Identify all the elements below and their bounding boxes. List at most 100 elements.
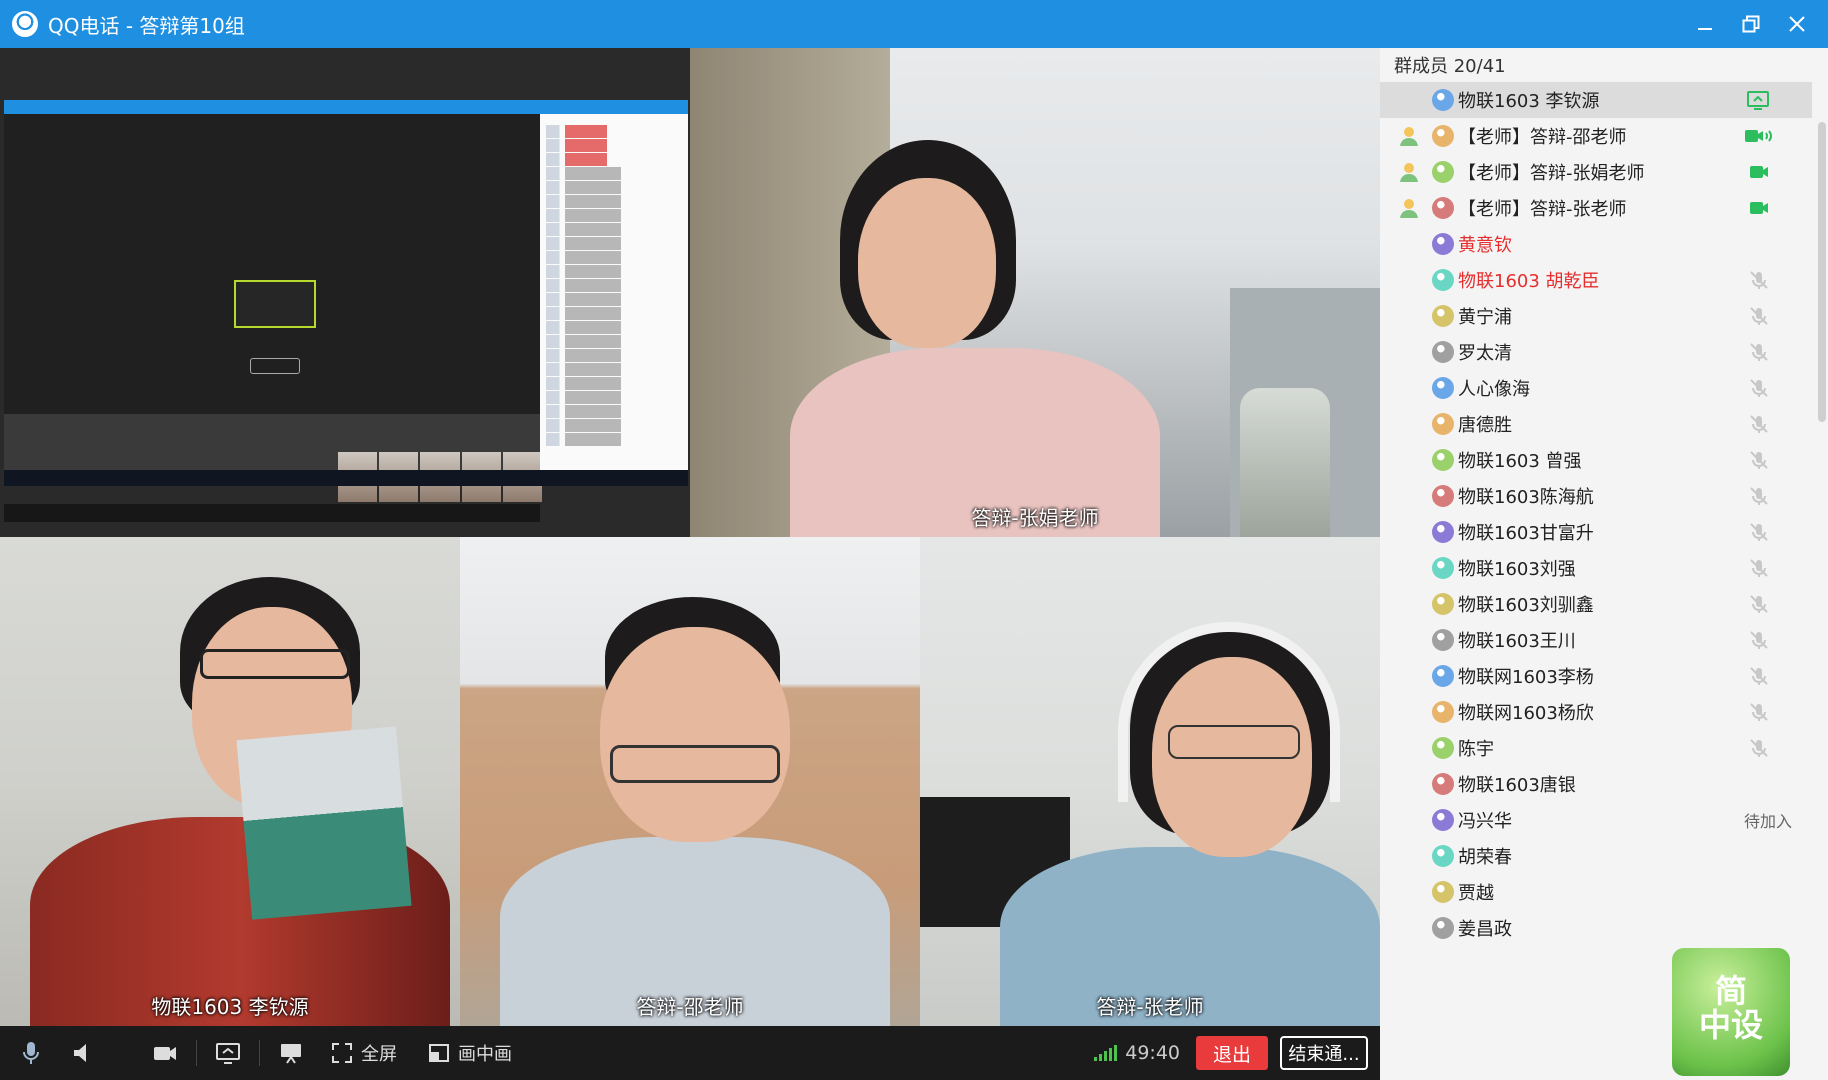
member-row[interactable]: 物联网1603杨欣 bbox=[1380, 694, 1828, 730]
member-scrollbar-thumb[interactable] bbox=[1818, 122, 1826, 422]
host-icon bbox=[1400, 163, 1418, 182]
member-row[interactable]: 【老师】答辩-张娟老师 bbox=[1380, 154, 1828, 190]
member-name: 【老师】答辩-邵老师 bbox=[1458, 127, 1627, 148]
screen-share-icon bbox=[216, 1043, 240, 1064]
muted-icon bbox=[1750, 703, 1768, 721]
member-row[interactable]: 物联1603 胡乾臣 bbox=[1380, 262, 1828, 298]
member-row[interactable]: 胡荣春 bbox=[1380, 838, 1828, 874]
member-name: 物联1603王川 bbox=[1458, 631, 1576, 652]
member-row[interactable]: 物联1603唐银 bbox=[1380, 766, 1828, 802]
member-name: 物联1603 曾强 bbox=[1458, 451, 1582, 472]
share-screen-button[interactable] bbox=[205, 1026, 251, 1080]
avatar bbox=[1432, 629, 1454, 651]
restore-button[interactable] bbox=[1728, 0, 1774, 48]
member-name: 物联1603陈海航 bbox=[1458, 487, 1594, 508]
avatar bbox=[1432, 701, 1454, 723]
qq-logo-icon bbox=[12, 11, 38, 37]
speaker-button[interactable] bbox=[62, 1026, 102, 1080]
presentation-icon bbox=[281, 1044, 301, 1064]
id-card bbox=[236, 726, 412, 920]
pip-label: 画中画 bbox=[458, 1044, 512, 1065]
member-name: 物联1603唐银 bbox=[1458, 775, 1576, 796]
member-row[interactable]: 黄意钦 bbox=[1380, 226, 1828, 262]
member-row[interactable]: 【老师】答辩-张老师 bbox=[1380, 190, 1828, 226]
member-name: 物联网1603李杨 bbox=[1458, 667, 1594, 688]
member-row[interactable]: 物联1603王川 bbox=[1380, 622, 1828, 658]
window-controls bbox=[1682, 0, 1820, 48]
member-row[interactable]: 物联1603刘强 bbox=[1380, 550, 1828, 586]
member-row[interactable]: 物联1603陈海航 bbox=[1380, 478, 1828, 514]
fullscreen-label: 全屏 bbox=[361, 1044, 397, 1065]
member-name: 胡荣春 bbox=[1458, 847, 1512, 868]
member-row[interactable]: 唐德胜 bbox=[1380, 406, 1828, 442]
avatar bbox=[1432, 485, 1454, 507]
shared-screen bbox=[4, 100, 688, 522]
video-caption: 答辩-张老师 bbox=[1096, 995, 1204, 1019]
member-name: 物联1603甘富升 bbox=[1458, 523, 1594, 544]
watermark-line1: 简 bbox=[1714, 972, 1747, 1010]
avatar bbox=[1432, 917, 1454, 939]
microphone-button[interactable] bbox=[0, 1026, 62, 1080]
signal-strength-icon bbox=[1094, 1045, 1118, 1061]
muted-icon bbox=[1750, 451, 1768, 469]
video-tile-zhang[interactable]: 答辩-张老师 bbox=[920, 537, 1380, 1026]
avatar bbox=[1432, 413, 1454, 435]
member-row[interactable]: 黄宁浦 bbox=[1380, 298, 1828, 334]
fullscreen-button[interactable]: 全屏 bbox=[314, 1026, 414, 1080]
member-row[interactable]: 贾越 bbox=[1380, 874, 1828, 910]
member-name: 姜昌政 bbox=[1458, 919, 1512, 940]
avatar bbox=[1432, 197, 1454, 219]
member-scrollbar[interactable] bbox=[1812, 82, 1828, 1080]
restore-icon bbox=[1742, 15, 1760, 33]
muted-icon bbox=[1750, 631, 1768, 649]
minimize-button[interactable] bbox=[1682, 0, 1728, 48]
member-row[interactable]: 冯兴华 待加入 bbox=[1380, 802, 1828, 838]
member-name: 物联1603刘驯鑫 bbox=[1458, 595, 1594, 616]
avatar bbox=[1432, 557, 1454, 579]
member-row[interactable]: 物联1603刘驯鑫 bbox=[1380, 586, 1828, 622]
avatar bbox=[1432, 305, 1454, 327]
member-name: 黄宁浦 bbox=[1458, 307, 1512, 328]
member-list[interactable]: 物联1603 李钦源【老师】答辩-邵老师【老师】答辩-张娟老师 【老师】答辩-张老… bbox=[1380, 82, 1828, 946]
member-name: 陈宇 bbox=[1458, 739, 1494, 760]
video-tile-shao[interactable]: 答辩-邵老师 bbox=[460, 537, 920, 1026]
picture-in-picture-button[interactable]: 画中画 bbox=[414, 1026, 526, 1080]
video-icon bbox=[1750, 202, 1768, 214]
muted-icon bbox=[1750, 343, 1768, 361]
member-row[interactable]: 物联1603 李钦源 bbox=[1380, 82, 1828, 118]
member-name: 贾越 bbox=[1458, 883, 1494, 904]
picture-in-picture-icon bbox=[429, 1044, 449, 1062]
video-tile-screen-share[interactable] bbox=[0, 48, 690, 537]
camera-button[interactable] bbox=[142, 1026, 188, 1080]
member-name: 冯兴华 bbox=[1458, 811, 1512, 832]
member-panel: 群成员 20/41 物联1603 李钦源 【老师】答辩-邵老师 【老师】答辩-张娟老… bbox=[1380, 48, 1828, 1080]
app-name: QQ电话 bbox=[48, 13, 120, 38]
member-row[interactable]: 物联网1603李杨 bbox=[1380, 658, 1828, 694]
member-row[interactable]: 人心像海 bbox=[1380, 370, 1828, 406]
video-tile-liqinyuan[interactable]: 物联1603 李钦源 bbox=[0, 537, 460, 1026]
muted-icon bbox=[1750, 595, 1768, 613]
title-separator: - bbox=[119, 13, 140, 38]
member-name: 物联1603 李钦源 bbox=[1458, 91, 1600, 112]
member-row[interactable]: 物联1603 曾强 bbox=[1380, 442, 1828, 478]
group-name: 答辩第10组 bbox=[139, 13, 245, 38]
avatar bbox=[1432, 125, 1454, 147]
video-caption: 物联1603 李钦源 bbox=[151, 995, 309, 1019]
member-row[interactable]: 罗太清 bbox=[1380, 334, 1828, 370]
avatar bbox=[1432, 377, 1454, 399]
video-stage: 答辩-张娟老师 物联1603 李钦源 答辩-邵老师 答辩-张老师 bbox=[0, 48, 1380, 1026]
member-row[interactable]: 姜昌政 bbox=[1380, 910, 1828, 946]
avatar bbox=[1432, 89, 1454, 111]
member-row[interactable]: 陈宇 bbox=[1380, 730, 1828, 766]
video-speaking-icon bbox=[1745, 130, 1772, 142]
video-tile-zhangjuan[interactable]: 答辩-张娟老师 bbox=[690, 48, 1380, 537]
member-name: 黄意钦 bbox=[1458, 235, 1512, 256]
whiteboard-button[interactable] bbox=[268, 1026, 314, 1080]
close-button[interactable] bbox=[1774, 0, 1820, 48]
member-row[interactable]: 【老师】答辩-邵老师 bbox=[1380, 118, 1828, 154]
member-row[interactable]: 物联1603甘富升 bbox=[1380, 514, 1828, 550]
end-call-button[interactable]: 结束通... bbox=[1280, 1036, 1368, 1070]
muted-icon bbox=[1750, 523, 1768, 541]
screen-share-icon bbox=[1747, 91, 1769, 110]
exit-button[interactable]: 退出 bbox=[1196, 1036, 1268, 1070]
